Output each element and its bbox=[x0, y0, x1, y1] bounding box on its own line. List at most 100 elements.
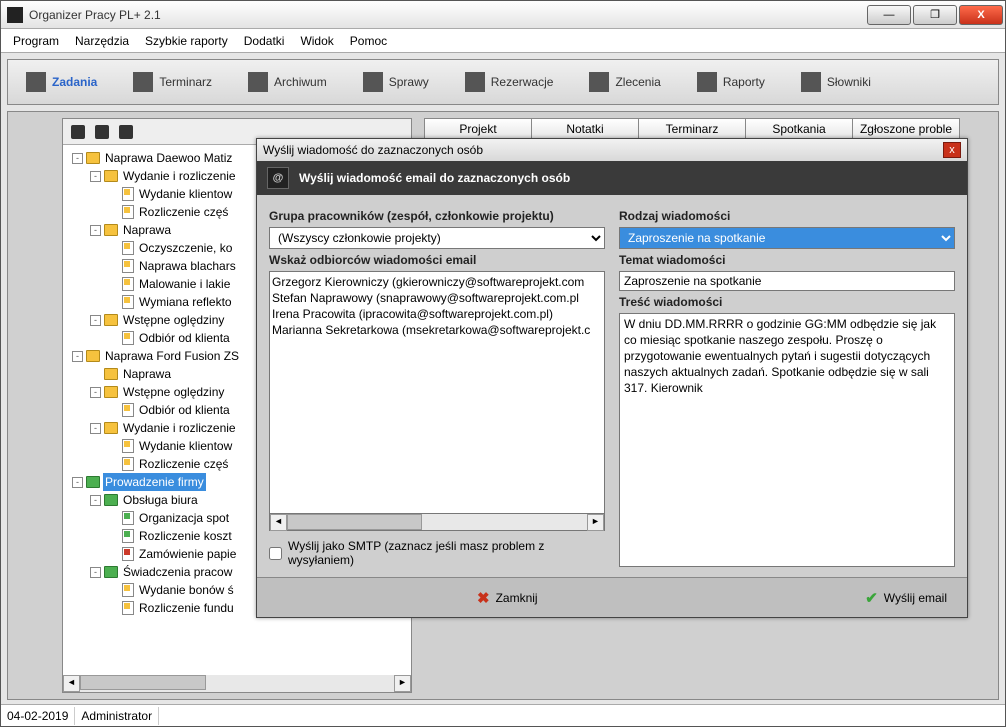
tree-label[interactable]: Wydanie bonów ś bbox=[137, 581, 236, 599]
menu-dodatki[interactable]: Dodatki bbox=[238, 32, 291, 50]
close-button[interactable]: X bbox=[959, 5, 1003, 25]
menu-narzedzia[interactable]: Narzędzia bbox=[69, 32, 135, 50]
toolbar-slowniki[interactable]: Słowniki bbox=[783, 66, 889, 98]
scroll-thumb[interactable] bbox=[80, 675, 206, 690]
search-icon[interactable] bbox=[95, 125, 109, 139]
scroll-right-button[interactable]: ► bbox=[394, 675, 411, 692]
expand-toggle[interactable]: - bbox=[72, 153, 83, 164]
tab-zgloszone[interactable]: Zgłoszone proble bbox=[852, 118, 960, 140]
maximize-button[interactable]: ❐ bbox=[913, 5, 957, 25]
group-select[interactable]: (Wszyscy członkowie projekty) bbox=[269, 227, 605, 249]
expand-toggle[interactable]: - bbox=[90, 171, 101, 182]
tree-label[interactable]: Malowanie i lakie bbox=[137, 275, 232, 293]
folder-icon bbox=[104, 386, 118, 398]
scroll-thumb[interactable] bbox=[287, 514, 422, 530]
expand-toggle[interactable]: - bbox=[72, 351, 83, 362]
toolbar-sprawy[interactable]: Sprawy bbox=[345, 66, 447, 98]
tree-label[interactable]: Odbiór od klienta bbox=[137, 329, 232, 347]
menu-widok[interactable]: Widok bbox=[294, 32, 339, 50]
dialog-right-column: Rodzaj wiadomości Zaproszenie na spotkan… bbox=[619, 205, 955, 567]
menu-szybkie-raporty[interactable]: Szybkie raporty bbox=[139, 32, 234, 50]
tree-label[interactable]: Prowadzenie firmy bbox=[103, 473, 206, 491]
expand-toggle[interactable]: - bbox=[90, 225, 101, 236]
tree-label[interactable]: Odbiór od klienta bbox=[137, 401, 232, 419]
recipient-item[interactable]: Stefan Naprawowy (snaprawowy@softwarepro… bbox=[272, 290, 602, 306]
tab-projekt[interactable]: Projekt bbox=[424, 118, 532, 140]
page-icon bbox=[122, 295, 134, 309]
expand-toggle[interactable]: - bbox=[90, 423, 101, 434]
titlebar[interactable]: Organizer Pracy PL+ 2.1 — ❐ X bbox=[1, 1, 1005, 29]
page-icon bbox=[122, 187, 134, 201]
dialog-send-button[interactable]: ✔ Wyślij email bbox=[865, 589, 947, 607]
toolbar-archiwum[interactable]: Archiwum bbox=[230, 66, 345, 98]
expand-toggle[interactable]: - bbox=[90, 315, 101, 326]
calendar-small-icon[interactable] bbox=[119, 125, 133, 139]
recipients-listbox[interactable]: Grzegorz Kierowniczy (gkierowniczy@softw… bbox=[269, 271, 605, 514]
menubar: Program Narzędzia Szybkie raporty Dodatk… bbox=[1, 29, 1005, 53]
tree-label[interactable]: Rozliczenie częś bbox=[137, 203, 230, 221]
minimize-button[interactable]: — bbox=[867, 5, 911, 25]
tree-label[interactable]: Naprawa blachars bbox=[137, 257, 238, 275]
expand-toggle[interactable]: - bbox=[90, 567, 101, 578]
recipients-h-scrollbar[interactable]: ◄ ► bbox=[269, 514, 605, 531]
scroll-right-button[interactable]: ► bbox=[587, 514, 604, 531]
type-select[interactable]: Zaproszenie na spotkanie bbox=[619, 227, 955, 249]
tree-label[interactable]: Naprawa bbox=[121, 365, 173, 383]
tree-label[interactable]: Obsługa biura bbox=[121, 491, 200, 509]
recipient-item[interactable]: Grzegorz Kierowniczy (gkierowniczy@softw… bbox=[272, 274, 602, 290]
tree-label[interactable]: Rozliczenie fundu bbox=[137, 599, 236, 617]
recipient-item[interactable]: Marianna Sekretarkowa (msekretarkowa@sof… bbox=[272, 322, 602, 338]
tree-label[interactable]: Naprawa bbox=[121, 221, 173, 239]
tree-label[interactable]: Naprawa Daewoo Matiz bbox=[103, 149, 234, 167]
recipient-item[interactable]: Irena Pracowita (ipracowita@softwareproj… bbox=[272, 306, 602, 322]
toolbar-rezerwacje[interactable]: Rezerwacje bbox=[447, 66, 572, 98]
tree-label[interactable]: Zamówienie papie bbox=[137, 545, 238, 563]
tab-notatki[interactable]: Notatki bbox=[531, 118, 639, 140]
tab-terminarz[interactable]: Terminarz bbox=[638, 118, 746, 140]
tree-label[interactable]: Wstępne oględziny bbox=[121, 311, 226, 329]
expand-toggle[interactable]: - bbox=[90, 387, 101, 398]
folder-icon bbox=[104, 494, 118, 506]
tree-label[interactable]: Organizacja spot bbox=[137, 509, 231, 527]
menu-pomoc[interactable]: Pomoc bbox=[344, 32, 393, 50]
tree-label[interactable]: Naprawa Ford Fusion ZS bbox=[103, 347, 241, 365]
toolbar-zadania[interactable]: Zadania bbox=[8, 66, 115, 98]
dialog-titlebar[interactable]: Wyślij wiadomość do zaznaczonych osób x bbox=[257, 139, 967, 161]
menu-program[interactable]: Program bbox=[7, 32, 65, 50]
page-icon bbox=[122, 529, 134, 543]
tab-spotkania[interactable]: Spotkania bbox=[745, 118, 853, 140]
body-textarea[interactable]: W dniu DD.MM.RRRR o godzinie GG:MM odbęd… bbox=[619, 313, 955, 567]
dialog-close-button[interactable]: ✖ Zamknij bbox=[477, 589, 538, 607]
expand-toggle[interactable]: - bbox=[90, 495, 101, 506]
tree-label[interactable]: Wydanie i rozliczenie bbox=[121, 419, 238, 437]
tree-label[interactable]: Rozliczenie koszt bbox=[137, 527, 234, 545]
folder-icon bbox=[104, 314, 118, 326]
folder-icon bbox=[86, 476, 100, 488]
page-icon bbox=[122, 601, 134, 615]
scroll-left-button[interactable]: ◄ bbox=[63, 675, 80, 692]
toolbar-raporty[interactable]: Raporty bbox=[679, 66, 783, 98]
tree-label[interactable]: Wydanie klientow bbox=[137, 437, 234, 455]
subject-input[interactable] bbox=[619, 271, 955, 291]
toolbar-zlecenia[interactable]: Zlecenia bbox=[571, 66, 678, 98]
tree-label[interactable]: Wydanie klientow bbox=[137, 185, 234, 203]
tree-label[interactable]: Świadczenia pracow bbox=[121, 563, 234, 581]
scroll-left-button[interactable]: ◄ bbox=[270, 514, 287, 531]
dialog-close-icon[interactable]: x bbox=[943, 142, 961, 158]
folder-icon bbox=[104, 566, 118, 578]
toolbar-terminarz[interactable]: Terminarz bbox=[115, 66, 230, 98]
page-icon bbox=[122, 457, 134, 471]
refresh-icon[interactable] bbox=[71, 125, 85, 139]
tree-label[interactable]: Wymiana reflekto bbox=[137, 293, 234, 311]
folder-icon bbox=[104, 170, 118, 182]
expand-toggle[interactable]: - bbox=[72, 477, 83, 488]
tree-label[interactable]: Wstępne oględziny bbox=[121, 383, 226, 401]
tree-label[interactable]: Wydanie i rozliczenie bbox=[121, 167, 238, 185]
toolbar: Zadania Terminarz Archiwum Sprawy Rezerw… bbox=[7, 59, 999, 105]
tree-h-scrollbar[interactable]: ◄ ► bbox=[63, 675, 411, 692]
tree-label[interactable]: Oczyszczenie, ko bbox=[137, 239, 234, 257]
reports-icon bbox=[697, 72, 717, 92]
page-icon bbox=[122, 241, 134, 255]
smtp-checkbox[interactable] bbox=[269, 547, 282, 560]
tree-label[interactable]: Rozliczenie częś bbox=[137, 455, 230, 473]
